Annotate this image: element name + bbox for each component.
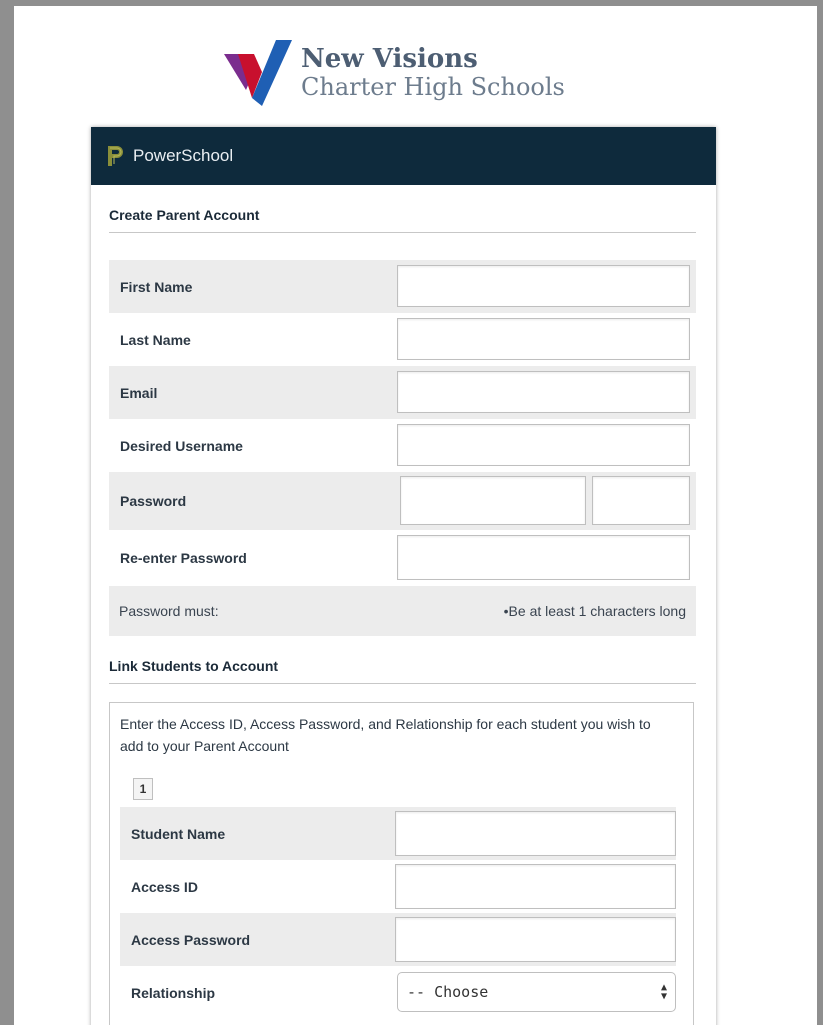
password-input[interactable] (400, 476, 586, 525)
student-name-row: Student Name (120, 807, 676, 860)
access-password-label: Access Password (131, 931, 251, 948)
reenter-password-label: Re-enter Password (120, 550, 247, 566)
access-id-label: Access ID (131, 878, 198, 895)
access-password-input[interactable] (395, 917, 676, 962)
first-name-input[interactable] (397, 265, 690, 307)
username-label: Desired Username (120, 437, 243, 454)
powerschool-header: PowerSchool (91, 127, 716, 185)
first-name-label: First Name (120, 278, 193, 295)
relationship-label: Relationship (131, 984, 216, 1001)
create-account-heading: Create Parent Account (109, 207, 696, 233)
last-name-label: Last Name (120, 331, 191, 348)
last-name-row: Last Name (109, 313, 696, 366)
app-title: PowerSchool (133, 146, 234, 165)
logo-wordmark: New Visions Charter High Schools (301, 46, 565, 99)
username-input[interactable] (397, 424, 690, 466)
username-row: Desired Username (109, 419, 696, 472)
student-form: Student Name Access ID Access Password R… (120, 807, 676, 1019)
new-visions-logo-icon (224, 40, 292, 106)
student-tab-1[interactable]: 1 (133, 778, 153, 800)
access-id-input[interactable] (395, 864, 676, 909)
link-students-heading: Link Students to Account (109, 658, 696, 684)
select-arrows-icon: ▲ ▼ (660, 982, 667, 1002)
signup-card: PowerSchool Create Parent Account First … (91, 127, 716, 1025)
school-logo: New Visions Charter High Schools (224, 30, 604, 120)
link-instructions: Enter the Access ID, Access Password, an… (120, 716, 651, 754)
password-rules-label: Password must: (119, 603, 219, 619)
relationship-row: Relationship -- Choose ▲ ▼ (120, 966, 676, 1019)
email-input[interactable] (397, 371, 690, 413)
email-row: Email (109, 366, 696, 419)
relationship-selected-value: -- Choose (407, 983, 489, 1001)
password-label: Password (120, 493, 187, 509)
last-name-input[interactable] (397, 318, 690, 360)
password-strength-box (592, 476, 690, 525)
relationship-select[interactable]: -- Choose ▲ ▼ (397, 972, 676, 1012)
first-name-row: First Name (109, 260, 696, 313)
student-name-input[interactable] (395, 811, 676, 856)
powerschool-p-icon (108, 146, 123, 166)
student-name-label: Student Name (131, 825, 226, 842)
password-rule-text: •Be at least 1 characters long (503, 603, 686, 619)
logo-line-1: New Visions (301, 44, 478, 74)
password-row: Password (109, 472, 696, 530)
reenter-password-row: Re-enter Password (109, 530, 696, 586)
reenter-password-input[interactable] (397, 535, 690, 580)
access-password-row: Access Password (120, 913, 676, 966)
password-rules-row: Password must: •Be at least 1 characters… (109, 586, 696, 636)
email-label: Email (120, 384, 158, 401)
access-id-row: Access ID (120, 860, 676, 913)
parent-account-form: First Name Last Name Email Desired Usern… (109, 260, 696, 636)
student-link-box: Enter the Access ID, Access Password, an… (109, 702, 694, 1025)
logo-line-2: Charter High Schools (301, 73, 565, 101)
page: New Visions Charter High Schools PowerSc… (14, 6, 817, 1025)
